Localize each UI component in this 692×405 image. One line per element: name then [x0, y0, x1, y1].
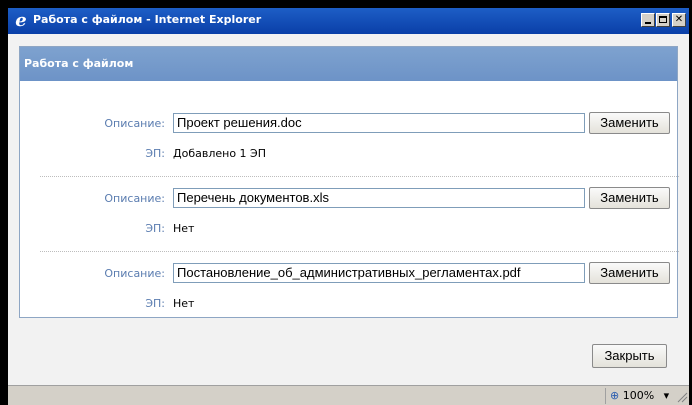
- ep-label: ЭП:: [145, 147, 165, 160]
- title-bar: e Работа с файлом - Internet Explorer ✕: [8, 8, 689, 34]
- minimize-icon: [645, 22, 651, 24]
- replace-button[interactable]: Заменить: [589, 187, 670, 209]
- row-divider: [40, 176, 679, 177]
- description-label: Описание:: [104, 192, 165, 205]
- chevron-down-icon: ▾: [663, 389, 670, 402]
- ie-icon: e: [15, 10, 27, 31]
- description-label: Описание:: [104, 267, 165, 280]
- maximize-button[interactable]: [656, 13, 670, 27]
- description-input[interactable]: Перечень документов.xls: [173, 188, 585, 208]
- close-dialog-button[interactable]: Закрыть: [592, 344, 667, 368]
- description-label: Описание:: [104, 117, 165, 130]
- close-icon: ✕: [674, 14, 684, 25]
- close-window-button[interactable]: ✕: [672, 13, 686, 27]
- replace-button[interactable]: Заменить: [589, 112, 670, 134]
- ep-value: Нет: [173, 297, 195, 310]
- magnifier-icon: ⊕: [610, 389, 620, 402]
- dialog-window: e Работа с файлом - Internet Explorer ✕ …: [8, 8, 689, 405]
- resize-grip-icon[interactable]: [676, 389, 688, 403]
- row-divider: [40, 251, 679, 252]
- zoom-control[interactable]: ⊕ 100% ▾: [605, 388, 671, 404]
- window-title: Работа с файлом - Internet Explorer: [33, 13, 262, 26]
- ep-label: ЭП:: [145, 222, 165, 235]
- ep-label: ЭП:: [145, 297, 165, 310]
- status-bar: ⊕ 100% ▾: [8, 385, 689, 405]
- ep-value: Добавлено 1 ЭП: [173, 147, 266, 160]
- screen-edge-left: [0, 0, 8, 405]
- dialog-content: Работа с файлом Описание: Проект решения…: [8, 34, 689, 385]
- zoom-level: 100%: [622, 389, 655, 402]
- description-input[interactable]: Проект решения.doc: [173, 113, 585, 133]
- screen-edge-top: [0, 0, 692, 8]
- minimize-button[interactable]: [641, 13, 655, 27]
- replace-button[interactable]: Заменить: [589, 262, 670, 284]
- description-input[interactable]: Постановление_об_административных_реглам…: [173, 263, 585, 283]
- panel-title: Работа с файлом: [20, 47, 677, 81]
- ep-value: Нет: [173, 222, 195, 235]
- file-panel: Работа с файлом Описание: Проект решения…: [19, 46, 679, 318]
- maximize-icon: [659, 16, 667, 23]
